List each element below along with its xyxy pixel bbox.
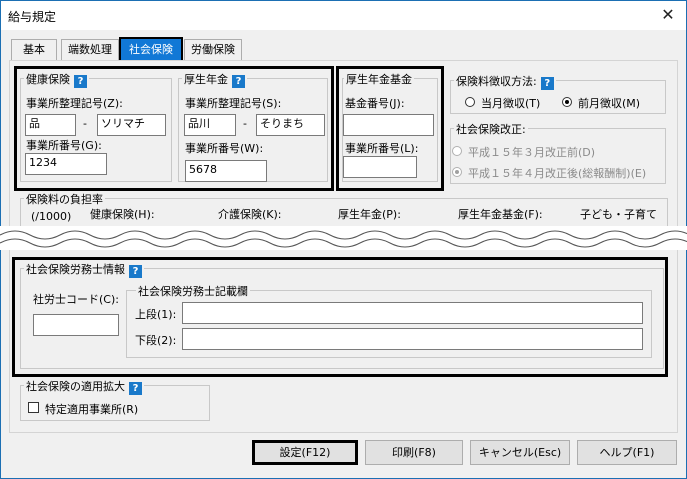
lower-line-label: 下段(2): [135, 334, 177, 347]
previous-month-label[interactable]: 前月徴収(M) [578, 95, 640, 111]
current-month-label[interactable]: 当月徴収(T) [481, 95, 540, 111]
application-expansion-title: 社会保険の適用拡大? [24, 378, 144, 395]
labor-consultant-title: 社会保険労務士情報? [24, 261, 144, 278]
revision-title: 社会保険改正: [454, 121, 528, 137]
consultant-code-label: 社労士コード(C): [33, 293, 119, 306]
revision-before-label: 平成１５年３月改正前(D) [468, 146, 596, 159]
specified-office-checkbox[interactable] [28, 402, 39, 413]
burden-col-pension-fund: 厚生年金基金(F): [458, 208, 543, 221]
cancel-button[interactable]: キャンセル(Esc) [470, 440, 570, 465]
print-button[interactable]: 印刷(F8) [365, 440, 463, 465]
burden-rate-title: 保険料の負担率 [24, 191, 105, 207]
upper-line-input[interactable] [182, 302, 643, 324]
help-button[interactable]: ヘルプ(F1) [577, 440, 677, 465]
tab-social-insurance[interactable]: 社会保険 [119, 37, 183, 62]
help-icon[interactable]: ? [129, 265, 142, 278]
tab-basic[interactable]: 基本 [11, 39, 57, 61]
upper-line-label: 上段(1): [135, 308, 177, 321]
save-button[interactable]: 設定(F12) [252, 440, 358, 465]
window-title: 給与規定 [8, 10, 57, 24]
specified-office-label[interactable]: 特定適用事業所(R) [45, 401, 138, 417]
title-bar [1, 1, 686, 30]
lower-line-input[interactable] [182, 328, 643, 350]
highlight-frame [14, 66, 334, 191]
help-icon[interactable]: ? [129, 382, 142, 395]
collection-method-title: 保険料徴収方法:? [454, 73, 556, 90]
revision-before-radio[interactable] [452, 146, 462, 156]
revision-after-radio[interactable] [452, 167, 462, 177]
previous-month-radio[interactable] [562, 97, 572, 107]
burden-col-health: 健康保険(H): [90, 208, 155, 221]
tab-labor-insurance[interactable]: 労働保険 [184, 39, 242, 61]
help-icon[interactable]: ? [540, 77, 554, 90]
current-month-radio[interactable] [465, 97, 475, 107]
tab-rounding[interactable]: 端数処理 [61, 39, 119, 61]
highlight-frame [336, 66, 444, 191]
consultant-note-title: 社会保険労務士記載欄 [136, 283, 250, 299]
burden-col-child: 子ども・子育て [580, 208, 657, 221]
consultant-code-input[interactable] [33, 314, 119, 336]
close-icon[interactable]: ✕ [656, 4, 680, 26]
revision-after-label: 平成１５年４月改正後(総報酬制)(E) [468, 167, 647, 180]
burden-col-care: 介護保険(K): [218, 208, 282, 221]
burden-col-pension: 厚生年金(P): [338, 208, 401, 221]
cut-separator [0, 226, 687, 250]
